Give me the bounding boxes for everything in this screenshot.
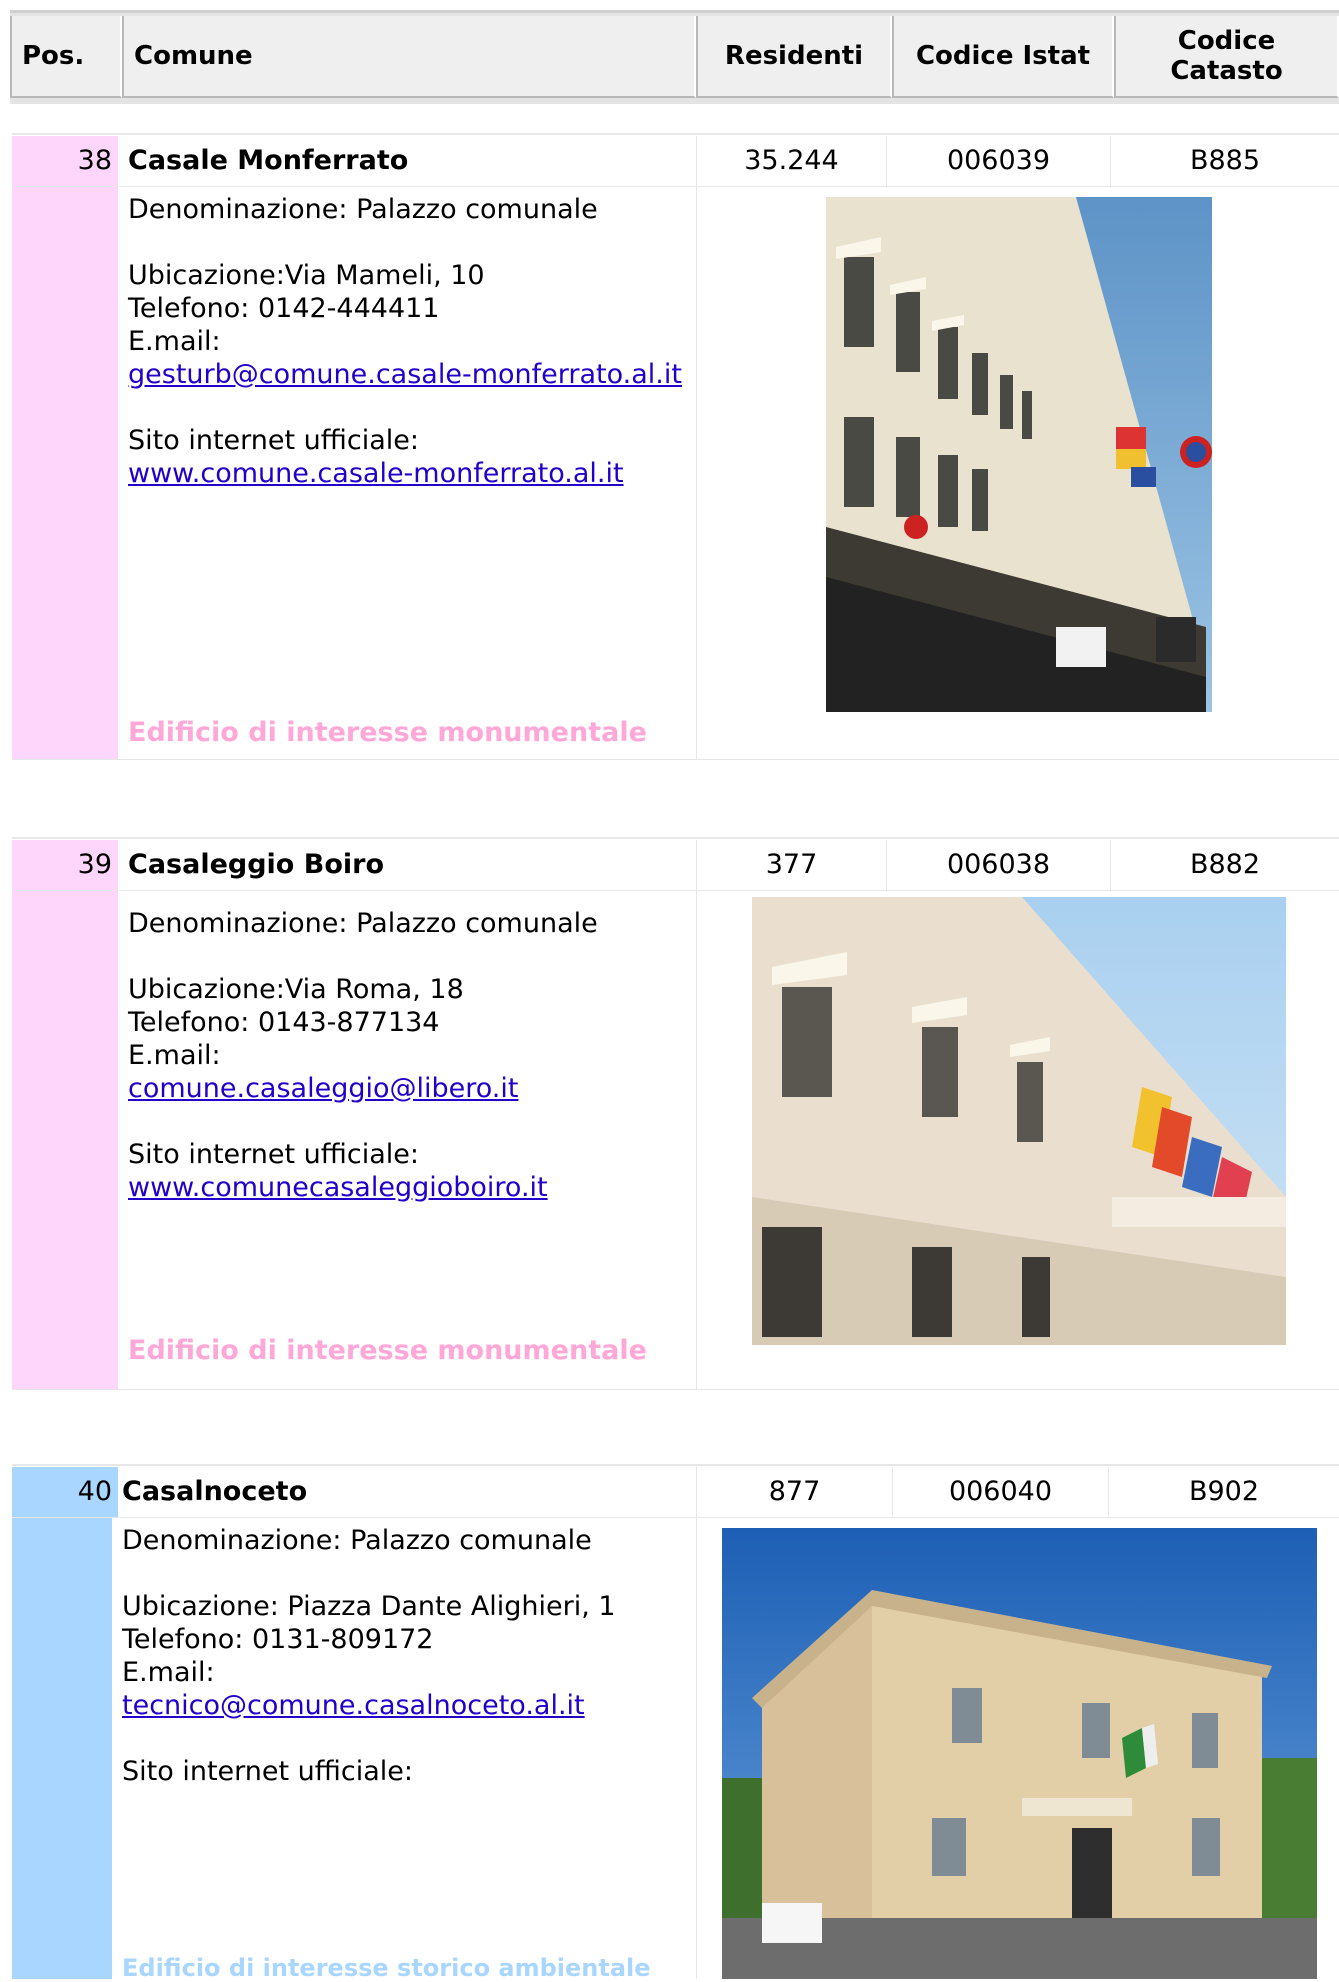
header-pos: Pos. (10, 16, 122, 98)
codice-istat-value: 006040 (892, 1467, 1108, 1517)
email-link[interactable]: comune.casaleggio@libero.it (128, 1073, 518, 1104)
sito-label: Sito internet ufficiale: (128, 425, 419, 456)
denominazione: Denominazione: Palazzo comunale (128, 194, 598, 225)
codice-catasto-value: B882 (1110, 840, 1339, 890)
sito-link[interactable]: www.comune.casale-monferrato.al.it (128, 458, 624, 489)
interest-tag: Edificio di interesse monumentale (128, 1335, 647, 1366)
ubicazione: Ubicazione: Piazza Dante Alighieri, 1 (122, 1591, 616, 1622)
entry-details: Denominazione: Palazzo comunale Ubicazio… (128, 907, 598, 1204)
sito-link[interactable]: www.comunecasaleggioboiro.it (128, 1172, 548, 1203)
entry-details: Denominazione: Palazzo comunale Ubicazio… (128, 193, 682, 490)
telefono: Telefono: 0142-444411 (128, 293, 440, 324)
email-label: E.mail: (128, 1040, 221, 1071)
codice-catasto-value: B885 (1110, 136, 1339, 186)
email-link[interactable]: gesturb@comune.casale-monferrato.al.it (128, 359, 682, 390)
email-label: E.mail: (122, 1657, 215, 1688)
header-codice-istat: Codice Istat (892, 16, 1114, 98)
palazzo-photo (722, 1528, 1317, 1979)
residenti-value: 377 (696, 840, 886, 890)
interest-tag: Edificio di interesse storico ambientale (122, 1954, 651, 1982)
sito-label: Sito internet ufficiale: (128, 1139, 419, 1170)
codice-istat-value: 006038 (886, 840, 1110, 890)
telefono: Telefono: 0131-809172 (122, 1624, 434, 1655)
denominazione: Denominazione: Palazzo comunale (122, 1525, 592, 1556)
entry-accent-stripe (12, 891, 118, 1390)
entry-casale-monferrato: 38 Casale Monferrato 35.244 006039 B885 … (12, 133, 1339, 760)
entry-position: 39 (12, 840, 118, 890)
entry-summary-row: 38 Casale Monferrato 35.244 006039 B885 (12, 136, 1339, 187)
palazzo-photo (826, 197, 1212, 712)
entry-casalnoceto: 40 Casalnoceto 877 006040 B902 Denominaz… (12, 1464, 1339, 1982)
entry-summary-row: 39 Casaleggio Boiro 377 006038 B882 (12, 840, 1339, 891)
ubicazione: Ubicazione:Via Mameli, 10 (128, 260, 485, 291)
header-codice-catasto: Codice Catasto (1114, 16, 1339, 98)
residenti-value: 35.244 (696, 136, 886, 186)
entry-details: Denominazione: Palazzo comunale Ubicazio… (122, 1524, 616, 1788)
entry-position: 38 (12, 136, 118, 186)
denominazione: Denominazione: Palazzo comunale (128, 908, 598, 939)
entry-accent-stripe (12, 187, 118, 760)
entry-accent-stripe (12, 1518, 112, 1979)
codice-catasto-value: B902 (1108, 1467, 1339, 1517)
header-residenti: Residenti (696, 16, 892, 98)
entry-casaleggio-boiro: 39 Casaleggio Boiro 377 006038 B882 Deno… (12, 837, 1339, 1390)
residenti-value: 877 (696, 1467, 892, 1517)
sito-label: Sito internet ufficiale: (122, 1756, 413, 1787)
entry-position: 40 (12, 1467, 118, 1517)
comune-name: Casaleggio Boiro (128, 849, 384, 880)
comune-name: Casale Monferrato (128, 145, 409, 176)
telefono: Telefono: 0143-877134 (128, 1007, 440, 1038)
comune-name: Casalnoceto (122, 1476, 308, 1507)
email-link[interactable]: tecnico@comune.casalnoceto.al.it (122, 1690, 585, 1721)
email-label: E.mail: (128, 326, 221, 357)
header-comune: Comune (122, 16, 696, 98)
interest-tag: Edificio di interesse monumentale (128, 717, 647, 748)
table-header: Pos. Comune Residenti Codice Istat Codic… (10, 10, 1339, 104)
palazzo-photo (752, 897, 1286, 1345)
codice-istat-value: 006039 (886, 136, 1110, 186)
entry-summary-row: 40 Casalnoceto 877 006040 B902 (12, 1467, 1339, 1518)
ubicazione: Ubicazione:Via Roma, 18 (128, 974, 464, 1005)
